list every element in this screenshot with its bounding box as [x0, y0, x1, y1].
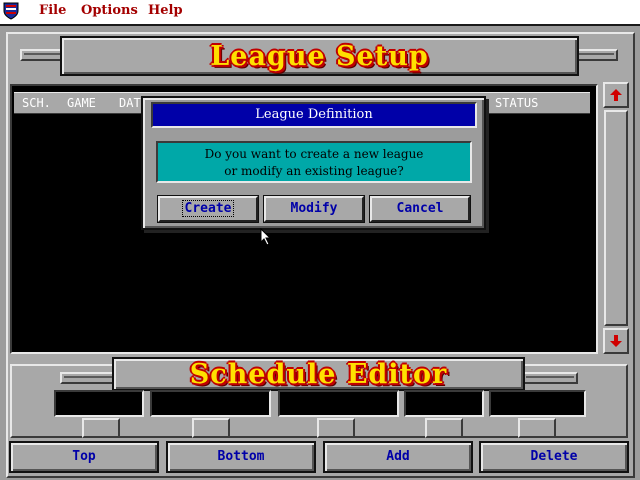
create-button-label: Create: [181, 200, 235, 217]
menu-bar: File Options Help: [0, 0, 640, 26]
mouse-pointer-icon: [260, 227, 272, 250]
menu-help[interactable]: Help: [148, 3, 183, 18]
dialog-title: League Definition: [151, 102, 477, 128]
editor-field-2[interactable]: [150, 390, 271, 417]
arrow-up-icon: [610, 89, 622, 101]
editor-field-3[interactable]: [278, 390, 399, 417]
editor-field-4[interactable]: [404, 390, 484, 417]
scroll-up-button[interactable]: [603, 82, 629, 108]
app-logo-icon[interactable]: [2, 2, 20, 20]
menu-options[interactable]: Options: [81, 3, 138, 18]
arrow-down-icon: [610, 335, 622, 347]
col-header-status[interactable]: STATUS: [495, 96, 538, 110]
scroll-down-button[interactable]: [603, 328, 629, 354]
col-header-date[interactable]: DAT: [119, 96, 141, 110]
cancel-button-label: Cancel: [396, 201, 444, 216]
field-5-button[interactable]: [518, 418, 556, 438]
col-header-game[interactable]: GAME: [67, 96, 96, 110]
editor-field-5[interactable]: [489, 390, 586, 417]
league-setup-banner: League Setup: [60, 36, 579, 76]
editor-rail-left: [60, 372, 120, 384]
editor-field-1[interactable]: [54, 390, 144, 417]
bottom-button[interactable]: Bottom: [166, 441, 316, 473]
col-header-sch[interactable]: SCH.: [22, 96, 51, 110]
dialog-message-line2: or modify an existing league?: [224, 164, 404, 178]
field-4-button[interactable]: [425, 418, 463, 438]
menu-file[interactable]: File: [39, 3, 66, 18]
field-2-button[interactable]: [192, 418, 230, 438]
modify-button[interactable]: Modify: [263, 195, 365, 223]
dialog-message-line1: Do you want to create a new league: [204, 147, 424, 161]
top-button[interactable]: Top: [9, 441, 159, 473]
dialog-message: Do you want to create a new league or mo…: [156, 141, 472, 183]
delete-button[interactable]: Delete: [479, 441, 629, 473]
league-definition-dialog: League Definition Do you want to create …: [141, 96, 486, 230]
editor-rail-right: [522, 372, 578, 384]
modify-button-label: Modify: [290, 201, 338, 216]
schedule-editor-banner: Schedule Editor: [112, 357, 525, 391]
field-3-button[interactable]: [317, 418, 355, 438]
cancel-button[interactable]: Cancel: [369, 195, 471, 223]
schedule-editor-title: Schedule Editor: [189, 358, 448, 390]
scrollbar-track[interactable]: [604, 110, 628, 326]
field-1-button[interactable]: [82, 418, 120, 438]
page-title: League Setup: [210, 40, 429, 72]
create-button[interactable]: Create: [157, 195, 259, 223]
add-button[interactable]: Add: [323, 441, 473, 473]
